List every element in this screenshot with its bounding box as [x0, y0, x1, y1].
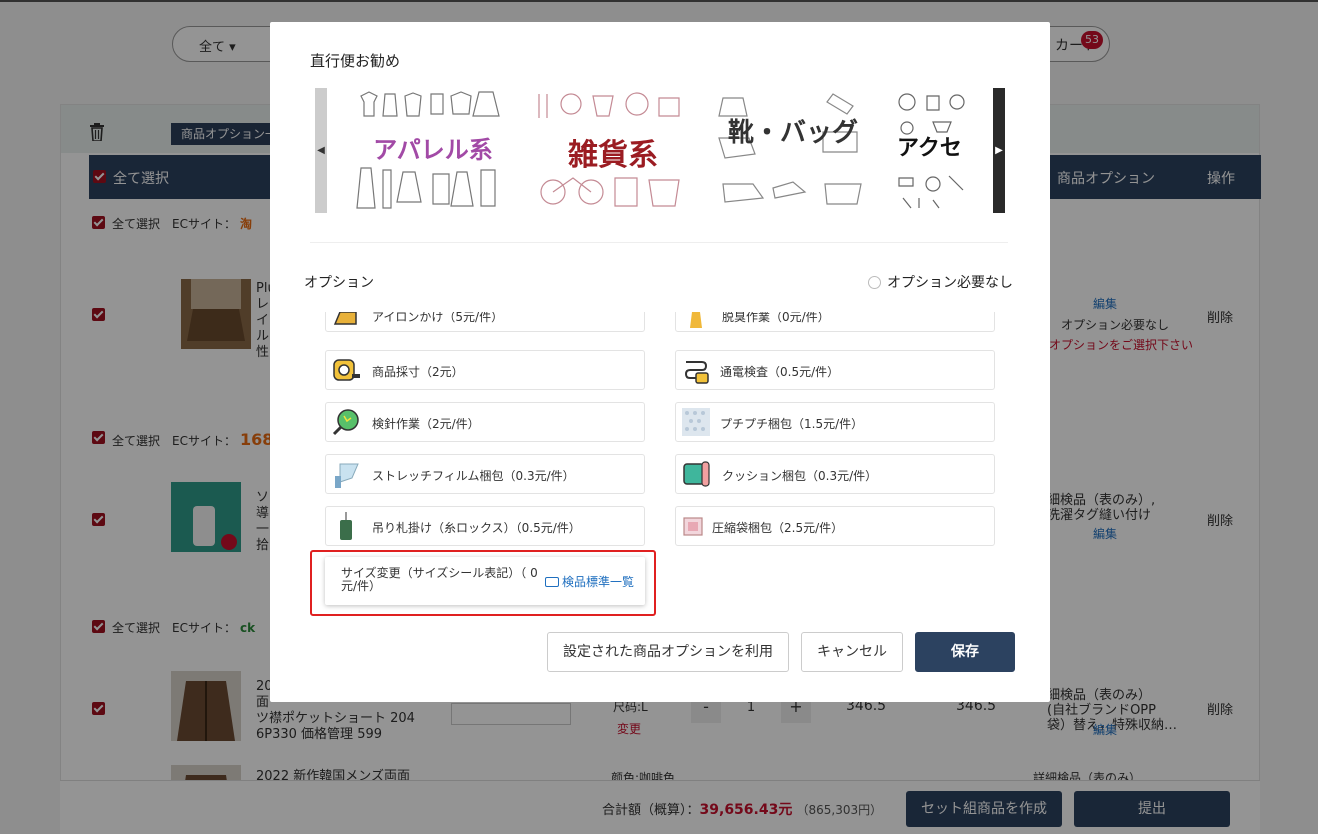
option-label: 脱臭作業（0元/件） [722, 312, 830, 324]
tape-measure-icon [333, 359, 360, 381]
option-ironing[interactable]: アイロンかけ（5元/件） [325, 312, 645, 332]
option-label: 圧縮袋梱包（2.5元/件） [712, 521, 844, 535]
option-label: クッション梱包（0.3元/件） [722, 469, 878, 483]
banner-label: 雑貨系 [568, 138, 658, 173]
option-size-change[interactable]: サイズ変更（サイズシール表記）（ 0元/件） 検品標準一覧 [325, 557, 645, 605]
carousel-next-button[interactable]: ▶ [993, 88, 1005, 213]
spray-icon [690, 312, 702, 328]
option-label: アイロンかけ（5元/件） [372, 312, 504, 324]
inspection-standard-link[interactable]: 検品標準一覧 [545, 573, 634, 590]
option-label: 商品採寸（2元） [372, 365, 464, 379]
size-change-label: サイズ変更（サイズシール表記）（ 0元/件） [341, 566, 538, 593]
option-modal: 直行便お勧め ◀ アパレル系 雑貨系 靴・バッグ アクセ ▶ オプション オプシ… [270, 22, 1050, 702]
option-label: 吊り札掛け（糸ロックス）（0.5元/件） [372, 521, 581, 535]
option-needle-check[interactable]: 検針作業（2元/件） [325, 402, 645, 442]
recommend-carousel: ◀ アパレル系 雑貨系 靴・バッグ アクセ ▶ [315, 88, 1005, 213]
iron-icon [333, 312, 357, 325]
banner-accessories[interactable]: アクセ [893, 88, 993, 213]
carousel-prev-button[interactable]: ◀ [315, 88, 327, 213]
option-label: プチプチ梱包（1.5元/件） [720, 417, 864, 431]
shoes-bags-illustration [718, 93, 862, 205]
inspection-standard-label: 検品標準一覧 [562, 575, 635, 589]
option-bubble-wrap[interactable]: プチプチ梱包（1.5元/件） [675, 402, 995, 442]
tag-icon [545, 577, 559, 587]
option-hang-tag[interactable]: 吊り札掛け（糸ロックス）（0.5元/件） [325, 506, 645, 546]
banner-label: アクセ [897, 135, 962, 161]
option-cushion[interactable]: クッション梱包（0.3元/件） [675, 454, 995, 494]
needle-detector-icon [332, 409, 359, 436]
no-option-radio[interactable]: オプション必要なし [868, 272, 1013, 292]
plug-icon [684, 361, 709, 384]
use-preset-options-button[interactable]: 設定された商品オプションを利用 [547, 632, 789, 672]
banner-goods[interactable]: 雑貨系 [533, 88, 693, 213]
no-option-label: オプション必要なし [887, 275, 1013, 291]
modal-title: 直行便お勧め [310, 52, 401, 70]
save-button[interactable]: 保存 [915, 632, 1015, 672]
banner-shoes-bags[interactable]: 靴・バッグ [713, 88, 873, 213]
option-power-check[interactable]: 通電検査（0.5元/件） [675, 350, 995, 390]
bubble-wrap-icon [682, 408, 710, 436]
stretch-film-icon [335, 463, 359, 488]
cancel-button[interactable]: キャンセル [801, 632, 903, 672]
option-label: 通電検査（0.5元/件） [720, 365, 840, 379]
option-label: ストレッチフィルム梱包（0.3元/件） [372, 469, 575, 483]
option-stretch-film[interactable]: ストレッチフィルム梱包（0.3元/件） [325, 454, 645, 494]
option-label: 検針作業（2元/件） [372, 417, 480, 431]
options-title: オプション [304, 275, 374, 291]
option-measurement[interactable]: 商品採寸（2元） [325, 350, 645, 390]
radio-circle[interactable] [868, 276, 881, 289]
banner-apparel[interactable]: アパレル系 [353, 88, 513, 213]
compression-bag-icon [683, 517, 703, 536]
option-compression-bag[interactable]: 圧縮袋梱包（2.5元/件） [675, 506, 995, 546]
section-divider [310, 242, 1008, 243]
hang-tag-icon [340, 512, 352, 540]
cushion-icon [683, 461, 710, 487]
banner-label: 靴・バッグ [727, 118, 858, 148]
banner-label: アパレル系 [373, 135, 493, 164]
option-deodorize[interactable]: 脱臭作業（0元/件） [675, 312, 995, 332]
